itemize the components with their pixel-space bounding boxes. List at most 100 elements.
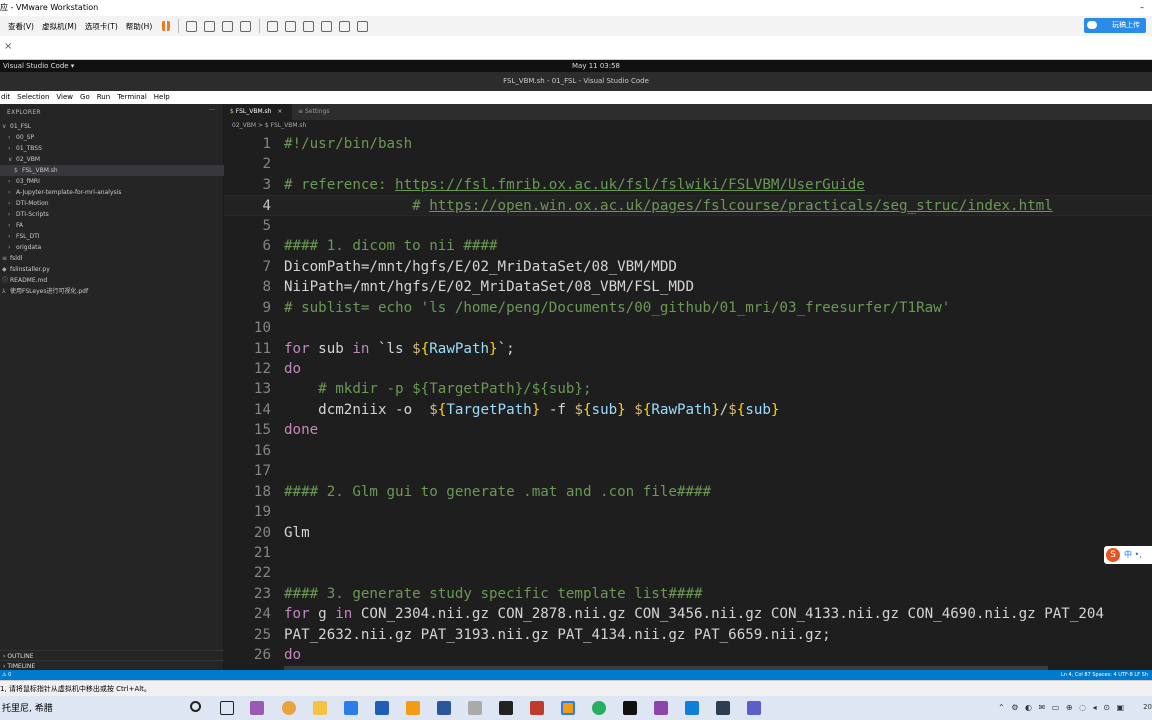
search-icon[interactable] [190,701,201,712]
code-editor[interactable]: 1 #!/usr/bin/bash 2 3 # reference: https://f… [224,134,1152,670]
wechat-icon[interactable] [592,701,606,715]
tree-item[interactable]: ∨ 02_VBM [0,154,224,165]
tree-item[interactable]: $ FSL_VBM.sh [0,165,224,176]
menu-selection[interactable]: Selection [17,91,49,104]
tree-item[interactable]: › A-Jupyter-template-for-mri-analysis [0,187,224,198]
tree-item[interactable]: ⅄ 使用FSLeyes进行可视化.pdf [0,286,224,297]
activities-app-menu[interactable]: Visual Studio Code ▾ [3,60,74,72]
search-app-icon[interactable] [406,701,420,715]
tree-item[interactable]: › 00_SP [0,132,224,143]
unity-icon[interactable] [321,20,333,32]
code-line[interactable]: 19 [224,502,1152,522]
todo-icon[interactable] [344,701,358,715]
code-line[interactable]: 1 #!/usr/bin/bash [224,134,1152,154]
revert-snapshot-icon[interactable] [222,20,234,32]
vmware-icon[interactable] [561,701,575,715]
code-line[interactable]: 5 [224,216,1152,236]
menu-view[interactable]: View [56,91,73,104]
code-line[interactable]: 16 [224,441,1152,461]
minimize-button[interactable]: – [1140,0,1144,16]
cursor-info[interactable]: Ln 4, Col 87 Spaces: 4 UTF-8 LF Sh [1061,670,1148,680]
stretch-icon[interactable] [357,20,369,32]
tree-item[interactable]: › 01_TBSS [0,143,224,154]
code-line[interactable]: 8 NiiPath=/mnt/hgfs/E/02_MriDataSet/08_VB… [224,277,1152,297]
code-line[interactable]: 12 do [224,359,1152,379]
code-line[interactable]: 10 [224,318,1152,338]
code-line[interactable]: 14 dcm2niix -o ${TargetPath} -f ${sub} $… [224,400,1152,420]
menu-edit[interactable]: dit [1,91,10,104]
menu-terminal[interactable]: Terminal [117,91,147,104]
code-line[interactable]: 15 done [224,420,1152,440]
tree-item[interactable]: › 03_fMRI [0,176,224,187]
app-icon[interactable] [716,701,730,715]
menu-help[interactable]: Help [154,91,170,104]
code-line[interactable]: 2 [224,154,1152,174]
tab-fsl-vbm[interactable]: $ FSL_VBM.sh × [224,104,292,120]
fullscreen-icon[interactable] [303,20,315,32]
code-line[interactable]: 24 for g in CON_2304.nii.gz CON_2878.nii.… [224,604,1152,624]
code-line[interactable]: 20 Glm [224,523,1152,543]
console-icon[interactable] [339,20,351,32]
library-icon[interactable] [267,20,279,32]
breadcrumb[interactable]: 02_VBM > $ FSL_VBM.sh [232,122,306,129]
code-line[interactable]: 7 DicomPath=/mnt/hgfs/E/02_MriDataSet/08_… [224,257,1152,277]
menu-tabs[interactable]: 选项卡(T) [85,21,118,32]
app-icon[interactable] [654,701,668,715]
tree-item[interactable]: ⓘ README.md [0,275,224,286]
tree-item[interactable]: ∨ 01_FSL [0,121,224,132]
code-line[interactable]: 9 # sublist= echo 'ls /home/peng/Document… [224,298,1152,318]
system-tray[interactable]: ⌃ ⚙ ◐ ✉ ▭ ⊕ ◌ ◂ ⊙ ▣ [998,703,1126,712]
ime-mode-label[interactable]: 中 •, [1124,549,1142,560]
menu-run[interactable]: Run [97,91,110,104]
problems-indicator[interactable]: ⚠ 0 [2,670,11,680]
weather-widget[interactable]: 托里尼, 希腊 [2,701,53,714]
snapshot-icon[interactable] [204,20,216,32]
word-icon[interactable] [437,701,451,715]
code-line[interactable]: 21 [224,543,1152,563]
menu-help[interactable]: 帮助(H) [126,21,153,32]
menu-view[interactable]: 查看(V) [8,21,34,32]
more-actions-icon[interactable]: ··· [209,107,215,114]
code-line[interactable]: 26 do [224,645,1152,665]
send-keys-icon[interactable] [186,20,198,32]
ime-toolbar[interactable]: S 中 •, [1104,546,1152,564]
app-icon[interactable] [623,701,637,715]
close-tab-icon[interactable]: × [4,41,12,52]
code-line[interactable]: 25 PAT_2632.nii.gz PAT_3193.nii.gz PAT_41… [224,625,1152,645]
taskbar-clock[interactable]: 20 [1143,703,1152,711]
teams-icon[interactable] [747,701,761,715]
code-line[interactable]: 6 #### 1. dicom to nii #### [224,236,1152,256]
task-view-icon[interactable] [220,701,234,715]
code-line[interactable]: 17 [224,461,1152,481]
pause-icon[interactable] [162,21,171,31]
code-line[interactable]: 18 #### 2. Glm gui to generate .mat and .… [224,482,1152,502]
code-line[interactable]: 3 # reference: https://fsl.fmrib.ox.ac.uk… [224,175,1152,195]
tree-item[interactable]: › FSL_DTI [0,231,224,242]
chrome-icon[interactable] [282,701,296,715]
thumbnail-icon[interactable] [285,20,297,32]
menu-go[interactable]: Go [80,91,90,104]
system-clock[interactable]: May 11 03:58 [572,60,620,72]
tree-item[interactable]: › FA [0,220,224,231]
tree-item[interactable]: › origdata [0,242,224,253]
code-line[interactable]: 22 [224,563,1152,583]
code-line[interactable]: 4 # https://open.win.ox.ac.uk/pages/fslc… [224,195,1152,216]
app-icon[interactable] [468,701,482,715]
app-icon[interactable] [250,701,264,715]
tree-item[interactable]: ◆ fslinstaller.py [0,264,224,275]
tree-item[interactable]: ≡ fsldl [0,253,224,264]
tab-settings[interactable]: ≡ Settings [292,104,340,120]
tree-item[interactable]: › DTI-Scripts [0,209,224,220]
code-line[interactable]: 23 #### 3. generate study specific templa… [224,584,1152,604]
vscode-icon[interactable] [685,701,699,715]
file-explorer-icon[interactable] [313,701,327,715]
close-tab-icon[interactable]: × [277,108,282,115]
code-line[interactable]: 13 # mkdir -p ${TargetPath}/${sub}; [224,379,1152,399]
xmind-icon[interactable] [499,701,513,715]
upload-button[interactable]: 玩稿上传 [1084,18,1146,33]
pdf-icon[interactable] [530,701,544,715]
tree-item[interactable]: › DTI-Motion [0,198,224,209]
code-line[interactable]: 11 for sub in `ls ${RawPath}`; [224,339,1152,359]
snapshot-manager-icon[interactable] [240,20,252,32]
app-icon[interactable] [375,701,389,715]
